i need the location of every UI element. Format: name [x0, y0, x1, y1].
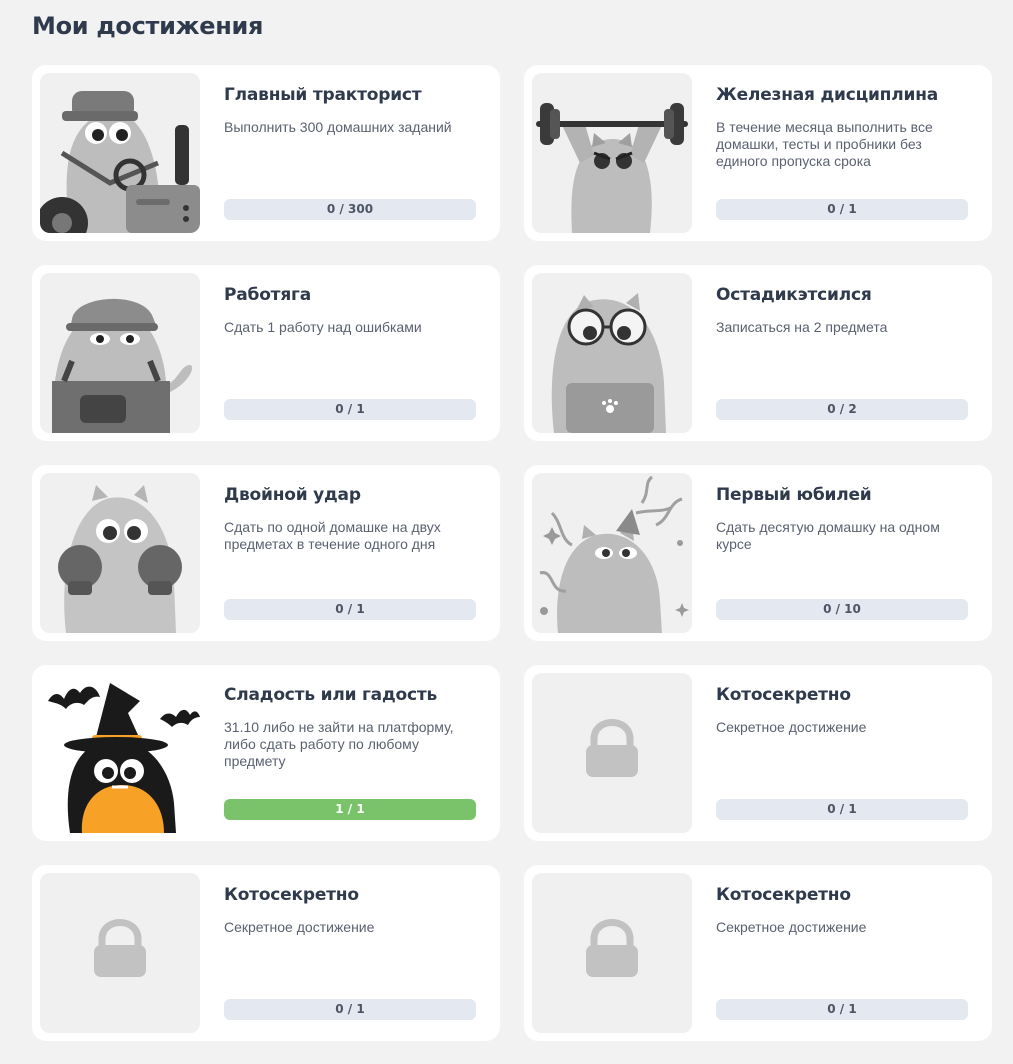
progress-value: 0 / 1 — [335, 402, 365, 416]
page-title: Мои достижения — [32, 12, 264, 40]
achievement-description: Сдать 1 работу над ошибками — [224, 319, 422, 335]
achievement-title: Двойной удар — [224, 485, 361, 505]
cat-party-confetti-illustration — [532, 473, 692, 633]
progress-bar: 0 / 1 — [224, 599, 476, 620]
achievement-title: Главный тракторист — [224, 85, 422, 105]
cat-barbell-illustration — [532, 73, 692, 233]
cat-witch-hat-bats-illustration — [40, 673, 200, 833]
achievements-grid: Главный тракторист Выполнить 300 домашни… — [32, 65, 992, 1041]
achievement-description: Секретное достижение — [224, 919, 375, 935]
progress-value: 0 / 1 — [335, 602, 365, 616]
achievement-title: Первый юбилей — [716, 485, 872, 505]
progress-value: 0 / 1 — [827, 1002, 857, 1016]
achievement-card[interactable]: Работяга Сдать 1 работу над ошибками 0 /… — [32, 265, 500, 441]
achievement-description: Секретное достижение — [716, 719, 867, 735]
progress-bar: 0 / 1 — [224, 999, 476, 1020]
achievement-title: Остадикэтсился — [716, 285, 872, 305]
lock-icon — [40, 873, 200, 1033]
progress-value: 0 / 300 — [326, 202, 374, 216]
achievement-description: Секретное достижение — [716, 919, 867, 935]
achievement-description: Сдать десятую домашку на одном курсе — [716, 519, 940, 552]
achievement-card[interactable]: Котосекретно Секретное достижение 0 / 1 — [524, 865, 992, 1041]
achievement-card[interactable]: Котосекретно Секретное достижение 0 / 1 — [32, 865, 500, 1041]
achievement-card[interactable]: Сладость или гадость 31.10 либо не зайти… — [32, 665, 500, 841]
progress-value: 1 / 1 — [335, 802, 365, 816]
progress-value: 0 / 1 — [827, 802, 857, 816]
achievement-title: Котосекретно — [224, 885, 359, 905]
achievement-description: Сдать по одной домашке на двух предметах… — [224, 519, 441, 552]
progress-value: 0 / 1 — [827, 202, 857, 216]
achievement-description: В течение месяца выполнить все домашки, … — [716, 119, 933, 169]
progress-bar: 0 / 1 — [716, 799, 968, 820]
achievement-title: Сладость или гадость — [224, 685, 438, 705]
cat-glasses-laptop-illustration — [532, 273, 692, 433]
achievement-title: Котосекретно — [716, 885, 851, 905]
progress-bar: 0 / 10 — [716, 599, 968, 620]
cat-boxing-gloves-illustration — [40, 473, 200, 633]
progress-bar: 0 / 300 — [224, 199, 476, 220]
progress-value: 0 / 1 — [335, 1002, 365, 1016]
achievement-card[interactable]: Остадикэтсился Записаться на 2 предмета … — [524, 265, 992, 441]
lock-icon — [532, 673, 692, 833]
achievement-title: Котосекретно — [716, 685, 851, 705]
progress-bar: 0 / 1 — [716, 199, 968, 220]
achievement-title: Железная дисциплина — [716, 85, 939, 105]
cat-tractor-driver-illustration — [40, 73, 200, 233]
achievement-card[interactable]: Железная дисциплина В течение месяца вып… — [524, 65, 992, 241]
progress-bar: 0 / 1 — [716, 999, 968, 1020]
achievement-description: Выполнить 300 домашних заданий — [224, 119, 452, 135]
progress-bar: 0 / 1 — [224, 399, 476, 420]
achievement-card[interactable]: Главный тракторист Выполнить 300 домашни… — [32, 65, 500, 241]
achievement-description: 31.10 либо не зайти на платформу, либо с… — [224, 719, 454, 769]
achievement-description: Записаться на 2 предмета — [716, 319, 888, 335]
cat-worker-helmet-illustration — [40, 273, 200, 433]
achievement-title: Работяга — [224, 285, 312, 305]
progress-value: 0 / 10 — [823, 602, 861, 616]
achievement-card[interactable]: Первый юбилей Сдать десятую домашку на о… — [524, 465, 992, 641]
achievement-card[interactable]: Котосекретно Секретное достижение 0 / 1 — [524, 665, 992, 841]
progress-bar: 1 / 1 — [224, 799, 476, 820]
lock-icon — [532, 873, 692, 1033]
achievement-card[interactable]: Двойной удар Сдать по одной домашке на д… — [32, 465, 500, 641]
progress-value: 0 / 2 — [827, 402, 857, 416]
progress-bar: 0 / 2 — [716, 399, 968, 420]
